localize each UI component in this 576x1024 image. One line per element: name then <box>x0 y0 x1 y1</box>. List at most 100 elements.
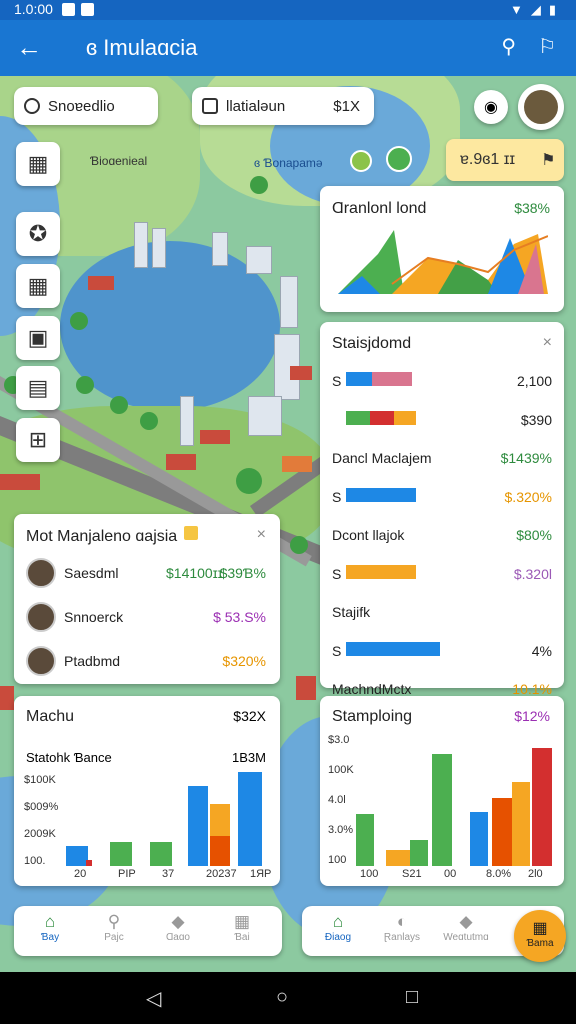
stats-row[interactable]: Dcont Ɩlajok $80% <box>320 516 564 556</box>
layers-tool-button[interactable]: ▦ <box>16 264 60 308</box>
fab-icon: ▦ <box>532 920 548 937</box>
nav-recents-icon[interactable]: □ <box>406 986 418 1009</box>
person-percent: $320% <box>222 653 266 669</box>
map-building <box>152 228 166 268</box>
fab-button[interactable]: ▦ Ɓama <box>514 910 566 962</box>
nav-back-icon[interactable]: ◁ <box>146 986 161 1011</box>
map-tree <box>76 376 94 394</box>
avatar <box>26 602 56 632</box>
back-arrow-icon[interactable]: ← <box>16 32 42 62</box>
stats-row-value: 2,100 <box>516 373 552 389</box>
nav-tab-label: Weɑtutmɑ <box>443 932 489 943</box>
mail-icon <box>81 3 94 16</box>
balance-chip[interactable]: ɐ.9ɞ1 ɪɪ ⚑ <box>446 139 564 181</box>
filter-chip-label: Ɩlatialəun <box>226 97 286 115</box>
filter-chip[interactable]: Ɩlatialəun $1X <box>192 87 374 125</box>
map-building <box>246 246 272 274</box>
map-house <box>0 686 14 710</box>
chart-bar <box>356 814 374 866</box>
person-row[interactable]: Ptadbmd $320% <box>14 642 280 682</box>
map-house <box>290 366 312 380</box>
map-label: Ɓioɑenieal <box>90 154 148 168</box>
nav-tab-label: Ɽanlays <box>383 932 421 943</box>
stats-row-value: $.320% <box>504 488 552 505</box>
avatar <box>26 558 56 588</box>
search-chip[interactable]: Snoɐedlio <box>14 87 158 125</box>
nav-tab-item[interactable]: ⚲ Pajc <box>84 912 144 943</box>
stats-row[interactable]: S $.320% <box>320 478 564 518</box>
map-house <box>0 474 40 490</box>
map-house <box>282 456 312 472</box>
map-marker[interactable] <box>350 150 372 172</box>
stats-row-value: $1439% <box>500 450 552 466</box>
grid-tool-button[interactable]: ▦ <box>16 142 60 186</box>
profile-icon[interactable]: ⚲ <box>501 34 516 59</box>
map-building <box>280 276 298 328</box>
nav-tab-icon: ⚲ <box>107 912 121 931</box>
nav-tab-item[interactable]: ⌂ Ɖiaog <box>308 912 368 943</box>
map-tree <box>236 468 262 494</box>
trend-card[interactable]: Ɑranlonl lond $38% <box>320 186 564 312</box>
building-tool-button[interactable]: ▣ <box>16 316 60 360</box>
nav-tab-item[interactable]: ◆ Weɑtutmɑ <box>436 912 496 943</box>
stats-card[interactable]: Staisjdomd × S 2,100 $390 Dancl Maclajem $14… <box>320 322 564 697</box>
signal-icon: ◢ <box>530 2 541 17</box>
nav-home-icon[interactable]: ○ <box>276 986 288 1009</box>
zone-tool-button[interactable]: ▤ <box>16 366 60 410</box>
wifi-icon: ▼ <box>509 2 523 17</box>
nav-tab-item[interactable]: ◐ Ɽanlays <box>372 912 432 943</box>
stats-row-label: S <box>332 642 342 659</box>
grid-icon: ▦ <box>27 151 49 176</box>
stamp-bar-chart <box>356 748 552 866</box>
stats-card-title: Staisjdomd <box>332 335 412 352</box>
people-card[interactable]: Mot Manjaleno ɑajsia × Saesdml $14100ɪɪ $3… <box>14 514 280 684</box>
chart-bar <box>512 782 530 866</box>
stats-row-label: Dcont Ɩlajok <box>332 527 405 543</box>
stats-row[interactable]: $390 <box>320 401 564 441</box>
nav-tab-item[interactable]: ◆ Ɑaɑo <box>148 912 208 943</box>
person-row[interactable]: Saesdml $14100ɪɪ $39Ɓ% <box>14 554 280 594</box>
axis-tick-label: 20 <box>74 868 87 880</box>
avatar <box>524 90 558 124</box>
stats-row[interactable]: S 2,100 <box>320 362 564 402</box>
axis-tick-label: 100. <box>24 855 46 867</box>
notification-icon <box>62 3 75 16</box>
map-marker[interactable] <box>386 146 412 172</box>
chart-bar <box>150 842 172 866</box>
building-icon: ▣ <box>27 325 49 350</box>
stats-row-value: $.320Ɩ <box>513 565 552 582</box>
close-icon[interactable]: × <box>257 526 266 544</box>
road-tool-button[interactable]: ⊞ <box>16 418 60 462</box>
axis-tick-label: $100K <box>24 774 56 786</box>
machu-card[interactable]: Machu $32X Statohk Ɓance 1B3M $100K $009%… <box>14 696 280 886</box>
nav-tab-icon: ◆ <box>171 912 185 931</box>
stats-row[interactable]: Stajifk <box>320 593 564 633</box>
chart-bar <box>386 850 410 866</box>
machu-bar-chart <box>66 772 262 866</box>
person-name: Saesdml <box>64 565 119 581</box>
nav-tab-item[interactable]: ▦ Ɓai <box>212 912 272 943</box>
stats-row[interactable]: S 4% <box>320 632 564 672</box>
system-icons: ▼ ◢ ▮ <box>510 2 556 18</box>
refresh-icon <box>24 98 40 114</box>
axis-tick-label: 20237 <box>206 868 237 880</box>
axis-tick-label: 3.0% <box>328 824 354 836</box>
status-time: 1.0:00 <box>14 1 53 17</box>
nav-tab-label: Ɓay <box>40 932 60 943</box>
avatar-button[interactable] <box>518 84 564 130</box>
nav-tab-icon: ⌂ <box>332 912 344 931</box>
person-row[interactable]: Snnoerck $ 53.S% <box>14 598 280 638</box>
close-icon[interactable]: × <box>543 334 552 352</box>
chart-bar <box>238 772 262 866</box>
stats-row[interactable]: S $.320Ɩ <box>320 555 564 595</box>
nav-tab-item[interactable]: ⌂ Ɓay <box>20 912 80 943</box>
stamp-card[interactable]: Stamploing $12% $3.0 100K 4.0Ɩ 3.0% 100 100 S… <box>320 696 564 886</box>
stats-row[interactable]: Dancl Maclajem $1439% <box>320 439 564 479</box>
chart-bar <box>188 786 208 866</box>
flag-icon[interactable]: ⚐ <box>538 34 556 59</box>
settings-button[interactable]: ◉ <box>474 90 508 124</box>
axis-tick-label: S21 <box>402 868 422 880</box>
stats-row-label: Stajifk <box>332 604 371 620</box>
globe-tool-button[interactable]: ✪ <box>16 212 60 256</box>
chart-bar <box>110 842 132 866</box>
